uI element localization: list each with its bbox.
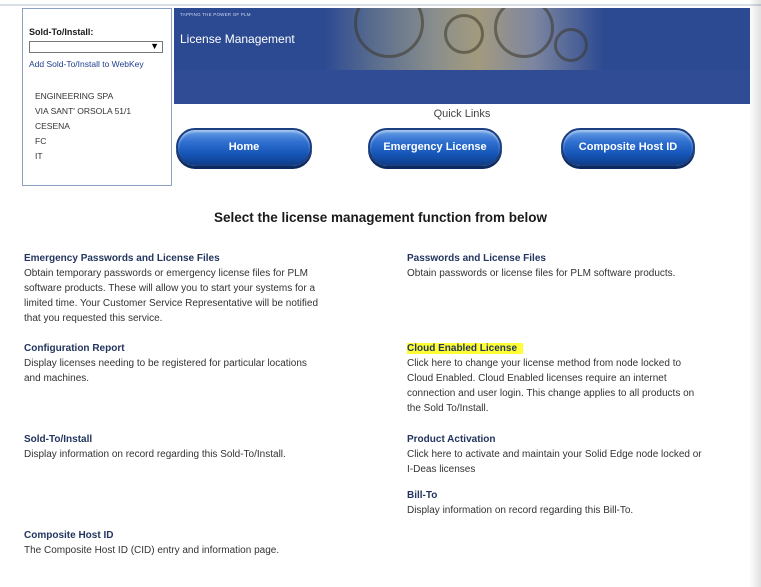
emergency-passwords-link[interactable]: Emergency Passwords and License Files bbox=[24, 251, 384, 266]
description-line: software products. These will allow you … bbox=[24, 283, 316, 294]
cloud-enabled-license-link[interactable]: Cloud Enabled License bbox=[407, 343, 524, 354]
sold-to-panel: Sold-To/Install: ▼ Add Sold-To/Install t… bbox=[22, 8, 172, 186]
composite-host-id-link[interactable]: Composite Host ID bbox=[24, 528, 384, 543]
description-line: Obtain passwords or license files for PL… bbox=[407, 268, 676, 279]
function-product-activation: Product Activation Click here to activat… bbox=[407, 432, 752, 477]
gears-image bbox=[324, 8, 604, 70]
banner-band bbox=[174, 70, 750, 104]
description-line: the Sold To/Install. bbox=[407, 403, 489, 414]
description-line: Display information on record regarding … bbox=[24, 449, 286, 460]
address-line: VIA SANT' ORSOLA 51/1 bbox=[35, 106, 132, 116]
banner-tagline: TAPPING THE POWER OF PLM bbox=[180, 12, 251, 17]
sold-to-select[interactable]: ▼ bbox=[29, 41, 163, 53]
description-line: connection and user login. This change a… bbox=[407, 388, 695, 399]
function-emergency: Emergency Passwords and License Files Ob… bbox=[24, 251, 384, 326]
emergency-license-button[interactable]: Emergency License bbox=[368, 128, 502, 166]
quick-links-label: Quick Links bbox=[433, 108, 491, 120]
description-line: that you requested this service. bbox=[24, 313, 163, 324]
address-line: ENGINEERING SPA bbox=[35, 91, 114, 101]
description-line: limited time. Your Customer Service Repr… bbox=[24, 298, 319, 309]
dropdown-arrow-icon: ▼ bbox=[150, 41, 159, 51]
address-line: CESENA bbox=[35, 121, 70, 131]
section-heading: Select the license management function f… bbox=[213, 210, 548, 225]
function-bill-to: Bill-To Display information on record re… bbox=[407, 488, 752, 518]
description-line: I-Deas licenses bbox=[407, 464, 476, 475]
page-title: License Management bbox=[180, 32, 295, 46]
function-cloud-enabled: Cloud Enabled License Click here to chan… bbox=[407, 341, 752, 416]
description-line: and machines. bbox=[24, 373, 90, 384]
description-line: Cloud Enabled. Cloud Enabled licenses re… bbox=[407, 373, 667, 384]
description-line: Obtain temporary passwords or emergency … bbox=[24, 268, 309, 279]
address-line: FC bbox=[35, 136, 47, 146]
header-banner: TAPPING THE POWER OF PLM License Managem… bbox=[174, 8, 750, 104]
function-config-report: Configuration Report Display licenses ne… bbox=[24, 341, 384, 386]
passwords-license-files-link[interactable]: Passwords and License Files bbox=[407, 251, 752, 266]
function-passwords: Passwords and License Files Obtain passw… bbox=[407, 251, 752, 281]
composite-host-id-button[interactable]: Composite Host ID bbox=[561, 128, 695, 166]
add-sold-to-link[interactable]: Add Sold-To/Install to WebKey bbox=[29, 59, 166, 69]
address-line: IT bbox=[35, 151, 43, 161]
description-line: Click here to activate and maintain your… bbox=[407, 449, 702, 460]
function-composite-host-id: Composite Host ID The Composite Host ID … bbox=[24, 528, 384, 558]
sold-to-label: Sold-To/Install: bbox=[29, 27, 94, 37]
product-activation-link[interactable]: Product Activation bbox=[407, 432, 752, 447]
description-line: The Composite Host ID (CID) entry and in… bbox=[24, 545, 280, 556]
description-line: Display licenses needing to be registere… bbox=[24, 358, 307, 369]
top-rule bbox=[0, 4, 761, 6]
configuration-report-link[interactable]: Configuration Report bbox=[24, 341, 384, 356]
sold-to-address: ENGINEERING SPA VIA SANT' ORSOLA 51/1 CE… bbox=[29, 89, 166, 164]
home-button[interactable]: Home bbox=[176, 128, 312, 166]
description-line: Display information on record regarding … bbox=[407, 505, 634, 516]
sold-to-install-link[interactable]: Sold-To/Install bbox=[24, 432, 384, 447]
description-line: Click here to change your license method… bbox=[407, 358, 682, 369]
function-sold-to: Sold-To/Install Display information on r… bbox=[24, 432, 384, 462]
bill-to-link[interactable]: Bill-To bbox=[407, 488, 752, 503]
